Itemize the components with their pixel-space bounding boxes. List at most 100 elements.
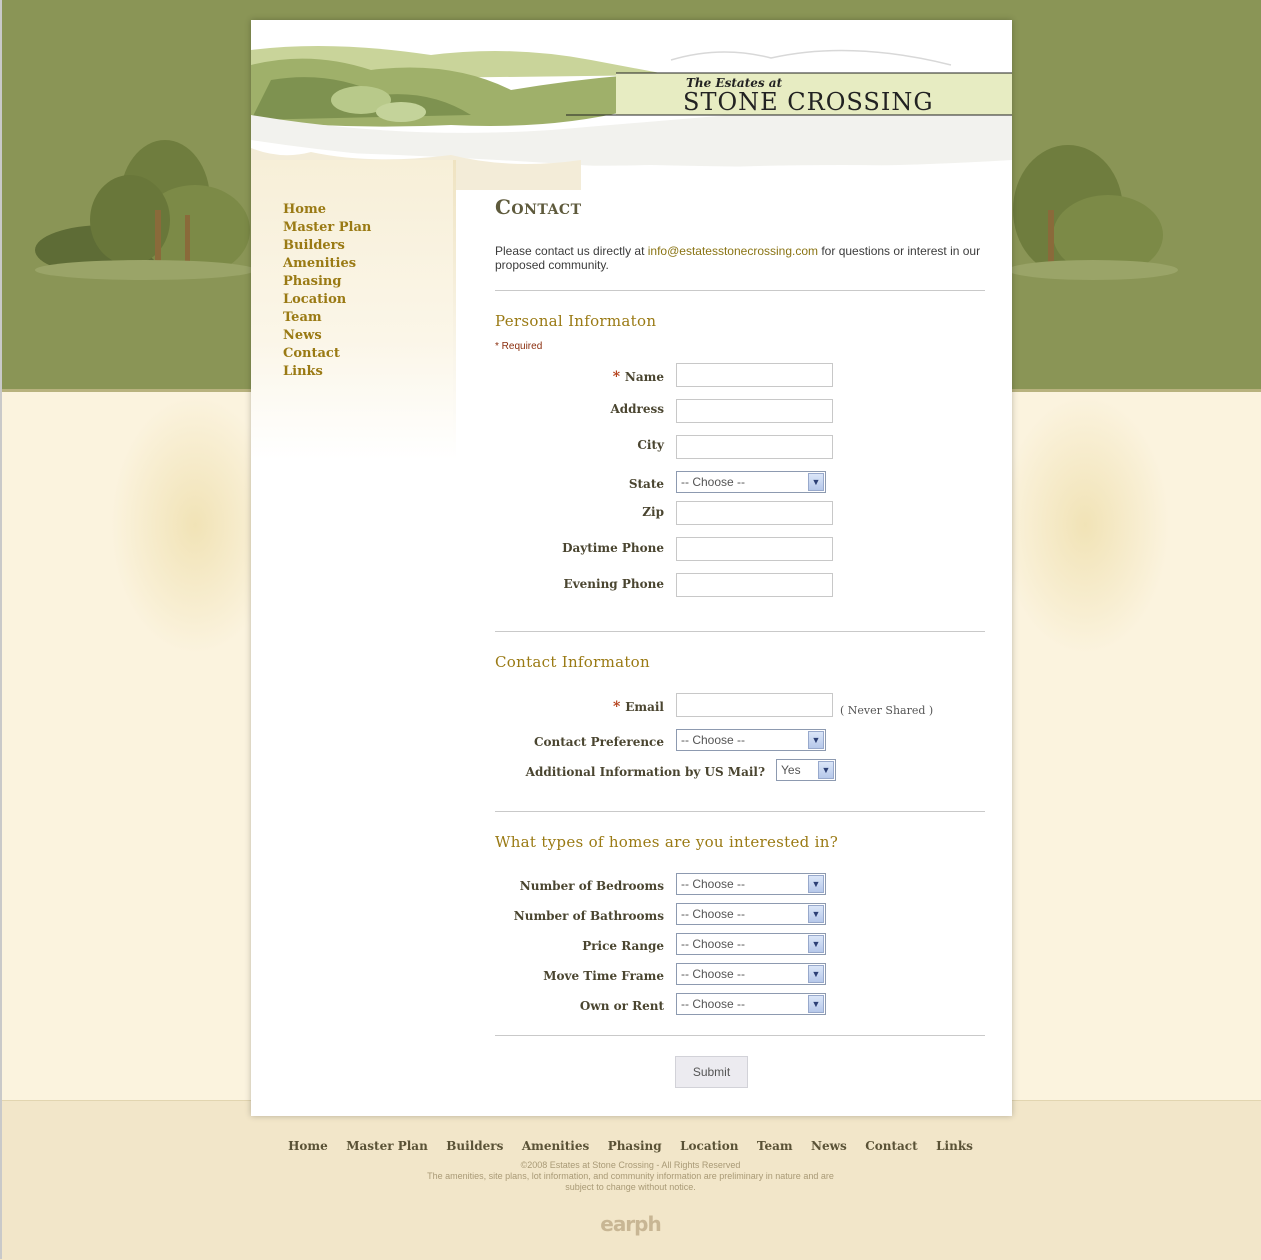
own-or-rent-label: Own or Rent (579, 999, 664, 1013)
bathrooms-label: Number of Bathrooms (513, 909, 664, 923)
daytime-phone-label: Daytime Phone (562, 541, 664, 555)
bathrooms-select[interactable]: -- Choose -- ▼ (676, 903, 826, 925)
footer-nav-contact[interactable]: Contact (865, 1139, 917, 1153)
footer-nav: Home Master Plan Builders Amenities Phas… (0, 1137, 1261, 1155)
zip-label: Zip (642, 505, 664, 519)
field-row-daytime-phone: Daytime Phone (495, 537, 985, 563)
move-time-frame-label: Move Time Frame (543, 969, 664, 983)
footer-nav-team[interactable]: Team (757, 1139, 793, 1153)
chevron-down-icon: ▼ (808, 995, 824, 1013)
state-label: State (628, 477, 664, 491)
required-note: * Required (495, 341, 543, 352)
decor-pattern-right (1000, 395, 1170, 655)
nav-master-plan[interactable]: Master Plan (283, 219, 371, 237)
field-row-own-or-rent: Own or Rent -- Choose -- ▼ (495, 993, 985, 1019)
bedrooms-select[interactable]: -- Choose -- ▼ (676, 873, 826, 895)
address-input[interactable] (676, 399, 833, 423)
nav-news[interactable]: News (283, 327, 371, 345)
footer-nav-location[interactable]: Location (680, 1139, 738, 1153)
trees-illustration-right (1008, 145, 1178, 280)
submit-button[interactable]: Submit (675, 1056, 748, 1088)
field-row-price-range: Price Range -- Choose -- ▼ (495, 933, 985, 959)
field-row-move-time-frame: Move Time Frame -- Choose -- ▼ (495, 963, 985, 989)
main-content: Contact Please contact us directly at in… (495, 190, 985, 1088)
footer-nav-news[interactable]: News (811, 1139, 847, 1153)
field-row-zip: Zip (495, 501, 985, 527)
chevron-down-icon: ▼ (808, 473, 824, 491)
contact-email-link[interactable]: info@estatesstonecrossing.com (648, 244, 818, 258)
section-title-contact: Contact Informaton (495, 653, 650, 671)
footer-nav-amenities[interactable]: Amenities (522, 1139, 589, 1153)
divider (495, 631, 985, 632)
own-or-rent-select[interactable]: -- Choose -- ▼ (676, 993, 826, 1015)
field-row-address: Address (495, 399, 985, 425)
field-row-bathrooms: Number of Bathrooms -- Choose -- ▼ (495, 903, 985, 929)
footer-nav-builders[interactable]: Builders (446, 1139, 503, 1153)
sidebar-nav: Home Master Plan Builders Amenities Phas… (283, 201, 371, 381)
chevron-down-icon: ▼ (808, 965, 824, 983)
field-row-email: * Email ( Never Shared ) (495, 693, 985, 719)
divider (495, 290, 985, 291)
divider (495, 1035, 985, 1036)
footer-nav-phasing[interactable]: Phasing (608, 1139, 662, 1153)
divider (495, 811, 985, 812)
section-title-personal: Personal Informaton (495, 312, 657, 330)
footer-nav-home[interactable]: Home (288, 1139, 328, 1153)
nav-location[interactable]: Location (283, 291, 371, 309)
zip-input[interactable] (676, 501, 833, 525)
nav-amenities[interactable]: Amenities (283, 255, 371, 273)
nav-team[interactable]: Team (283, 309, 371, 327)
chevron-down-icon: ▼ (808, 905, 824, 923)
field-row-state: State -- Choose -- ▼ (495, 471, 985, 497)
evening-phone-label: Evening Phone (563, 577, 664, 591)
copyright-text: ©2008 Estates at Stone Crossing - All Ri… (520, 1160, 741, 1170)
footer-legal: ©2008 Estates at Stone Crossing - All Ri… (0, 1160, 1261, 1193)
address-label: Address (610, 402, 664, 416)
field-row-name: * Name (495, 363, 985, 389)
nav-phasing[interactable]: Phasing (283, 273, 371, 291)
trees-illustration-left (35, 140, 255, 280)
page-container: The Estates at STONE CROSSING Home Maste… (251, 20, 1012, 1116)
us-mail-select[interactable]: Yes ▼ (776, 759, 836, 781)
city-label: City (637, 438, 664, 452)
field-row-city: City (495, 435, 985, 461)
page-title: Contact (495, 195, 582, 219)
chevron-down-icon: ▼ (808, 731, 824, 749)
disclaimer-text-1: The amenities, site plans, lot informati… (427, 1171, 834, 1181)
form-area: Personal Informaton * Required * Name Ad… (495, 290, 985, 1088)
section-title-homes: What types of homes are you interested i… (495, 833, 839, 851)
chevron-down-icon: ▼ (808, 935, 824, 953)
state-select[interactable]: -- Choose -- ▼ (676, 471, 826, 493)
nav-builders[interactable]: Builders (283, 237, 371, 255)
name-label: * Name (612, 369, 664, 385)
nav-links[interactable]: Links (283, 363, 371, 381)
evening-phone-input[interactable] (676, 573, 833, 597)
daytime-phone-input[interactable] (676, 537, 833, 561)
email-input[interactable] (676, 693, 833, 717)
field-row-contact-preference: Contact Preference -- Choose -- ▼ (495, 729, 985, 755)
email-note: ( Never Shared ) (840, 704, 934, 717)
field-row-evening-phone: Evening Phone (495, 573, 985, 599)
window-edge (0, 0, 2, 1259)
bedrooms-label: Number of Bedrooms (519, 879, 664, 893)
field-row-bedrooms: Number of Bedrooms -- Choose -- ▼ (495, 873, 985, 899)
logo-line2: STONE CROSSING (683, 88, 934, 116)
move-time-frame-select[interactable]: -- Choose -- ▼ (676, 963, 826, 985)
contact-preference-select[interactable]: -- Choose -- ▼ (676, 729, 826, 751)
chevron-down-icon: ▼ (808, 875, 824, 893)
city-input[interactable] (676, 435, 833, 459)
intro-text: Please contact us directly at info@estat… (495, 244, 985, 272)
nav-contact[interactable]: Contact (283, 345, 371, 363)
disclaimer-text-2: subject to change without notice. (565, 1182, 696, 1192)
price-range-select[interactable]: -- Choose -- ▼ (676, 933, 826, 955)
email-label: * Email (613, 699, 664, 715)
footer-nav-master-plan[interactable]: Master Plan (346, 1139, 428, 1153)
chevron-down-icon: ▼ (818, 761, 834, 779)
intro-before: Please contact us directly at (495, 244, 648, 258)
nav-home[interactable]: Home (283, 201, 371, 219)
name-input[interactable] (676, 363, 833, 387)
footer-nav-links[interactable]: Links (936, 1139, 973, 1153)
contact-preference-label: Contact Preference (533, 735, 664, 749)
credit-logo[interactable]: earph (0, 1212, 1261, 1236)
price-range-label: Price Range (582, 939, 664, 953)
